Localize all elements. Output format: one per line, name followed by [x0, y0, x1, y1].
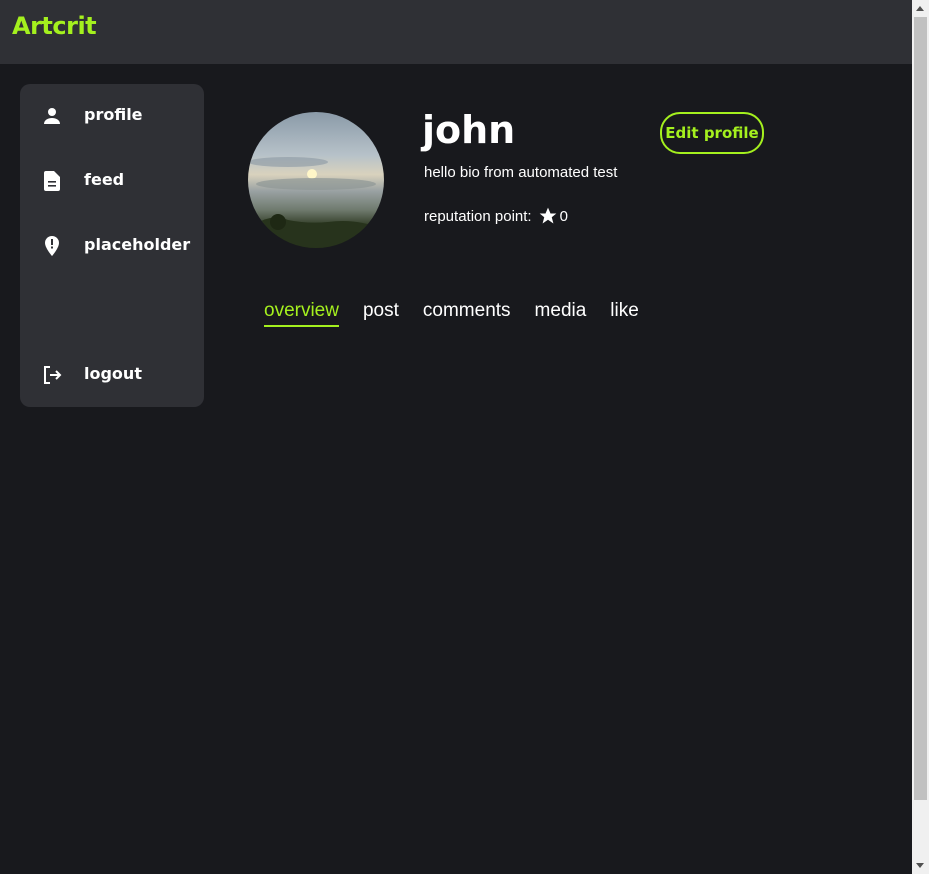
- reputation-value: 0: [559, 207, 568, 225]
- logout-icon: [44, 366, 62, 384]
- sidebar-item-placeholder[interactable]: placeholder: [20, 226, 204, 266]
- document-icon: [44, 171, 60, 191]
- sidebar-item-logout[interactable]: logout: [20, 355, 204, 395]
- reputation: reputation point: 0: [424, 206, 568, 226]
- profile-bio: hello bio from automated test: [424, 164, 618, 181]
- sidebar-item-label: feed: [84, 170, 125, 189]
- tab-comments[interactable]: comments: [423, 300, 511, 327]
- edit-profile-button[interactable]: Edit profile: [660, 112, 764, 154]
- location-alert-icon: [45, 236, 59, 256]
- avatar-landscape-image: [248, 157, 384, 248]
- brand-logo[interactable]: Artcrit: [12, 12, 97, 40]
- profile-username: john: [422, 108, 516, 152]
- sidebar: profile feed placeholder logout: [20, 84, 204, 407]
- sidebar-item-profile[interactable]: profile: [20, 96, 204, 136]
- tab-overview[interactable]: overview: [264, 300, 339, 327]
- tab-post[interactable]: post: [363, 300, 399, 327]
- sidebar-item-feed[interactable]: feed: [20, 161, 204, 201]
- person-icon: [44, 108, 60, 124]
- scroll-down-arrow-icon[interactable]: [916, 863, 924, 868]
- sidebar-item-label: logout: [84, 364, 142, 383]
- sidebar-item-label: profile: [84, 105, 143, 124]
- scroll-up-arrow-icon[interactable]: [916, 6, 924, 11]
- top-bar: Artcrit: [0, 0, 912, 64]
- vertical-scrollbar[interactable]: [912, 0, 929, 874]
- scroll-thumb[interactable]: [914, 17, 927, 800]
- tab-media[interactable]: media: [535, 300, 587, 327]
- profile-tabs: overview post comments media like: [264, 300, 639, 327]
- reputation-label: reputation point:: [424, 207, 532, 225]
- avatar: [248, 112, 384, 248]
- tab-like[interactable]: like: [610, 300, 639, 327]
- sidebar-item-label: placeholder: [84, 235, 191, 254]
- star-icon: [539, 207, 556, 224]
